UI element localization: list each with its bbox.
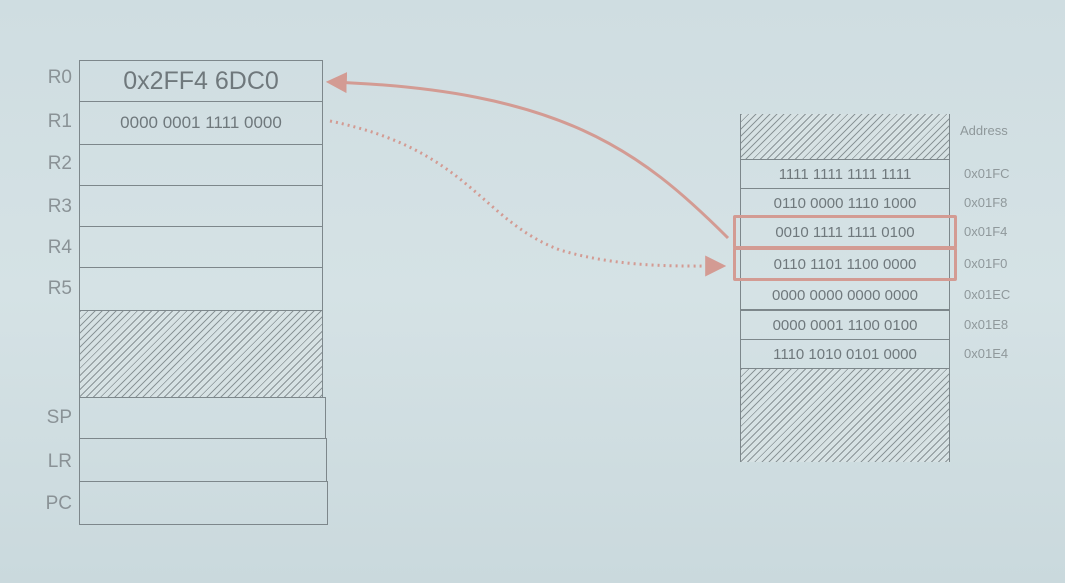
arrows-layer [325,72,730,277]
arrow-r1-address [329,119,727,277]
arrow-r0-load [325,72,730,240]
